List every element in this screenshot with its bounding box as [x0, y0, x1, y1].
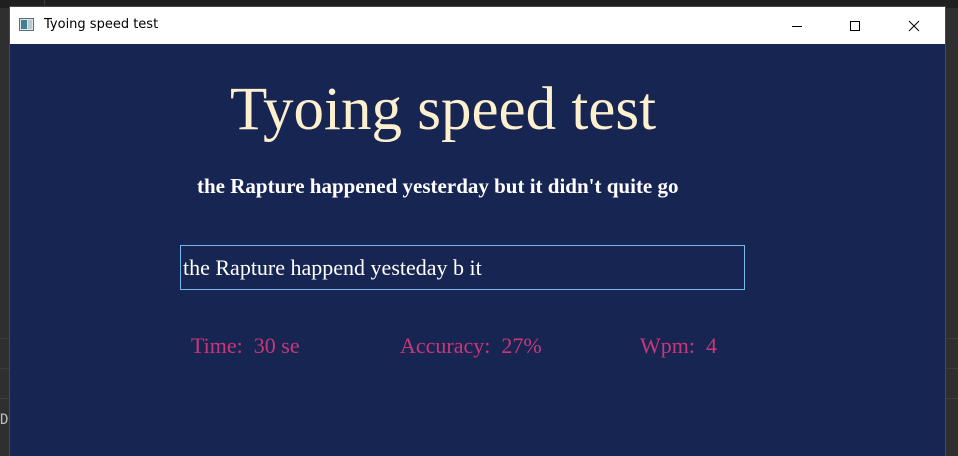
maximize-button[interactable]: [826, 7, 884, 44]
app-icon: [19, 18, 34, 31]
close-button[interactable]: [885, 7, 943, 44]
typing-input[interactable]: [180, 245, 745, 290]
accuracy-label: Accuracy:: [400, 333, 502, 358]
time-stat: Time: 30 se: [191, 333, 300, 359]
accuracy-value: 27%: [501, 333, 542, 358]
window-title: Tyoing speed test: [44, 17, 159, 32]
desktop: De Tyoing speed test: [0, 0, 958, 456]
page-title: Tyoing speed test: [230, 76, 657, 143]
maximize-icon: [850, 20, 860, 31]
wpm-value: 4: [706, 333, 717, 358]
wpm-label: Wpm:: [640, 333, 706, 358]
app-window: Tyoing speed test Tyoing speed test the …: [10, 7, 945, 456]
minimize-icon: [792, 25, 802, 27]
target-sentence: the Rapture happened yesterday but it di…: [197, 174, 679, 198]
background-partial-text: De: [0, 412, 10, 428]
time-label: Time:: [191, 333, 254, 358]
minimize-button[interactable]: [768, 7, 826, 44]
title-bar[interactable]: Tyoing speed test: [10, 7, 945, 44]
accuracy-stat: Accuracy: 27%: [400, 333, 542, 359]
app-content: Tyoing speed test the Rapture happened y…: [10, 44, 945, 456]
wpm-stat: Wpm: 4: [640, 333, 717, 359]
time-value: 30 se: [253, 333, 300, 358]
close-icon: [908, 20, 920, 31]
